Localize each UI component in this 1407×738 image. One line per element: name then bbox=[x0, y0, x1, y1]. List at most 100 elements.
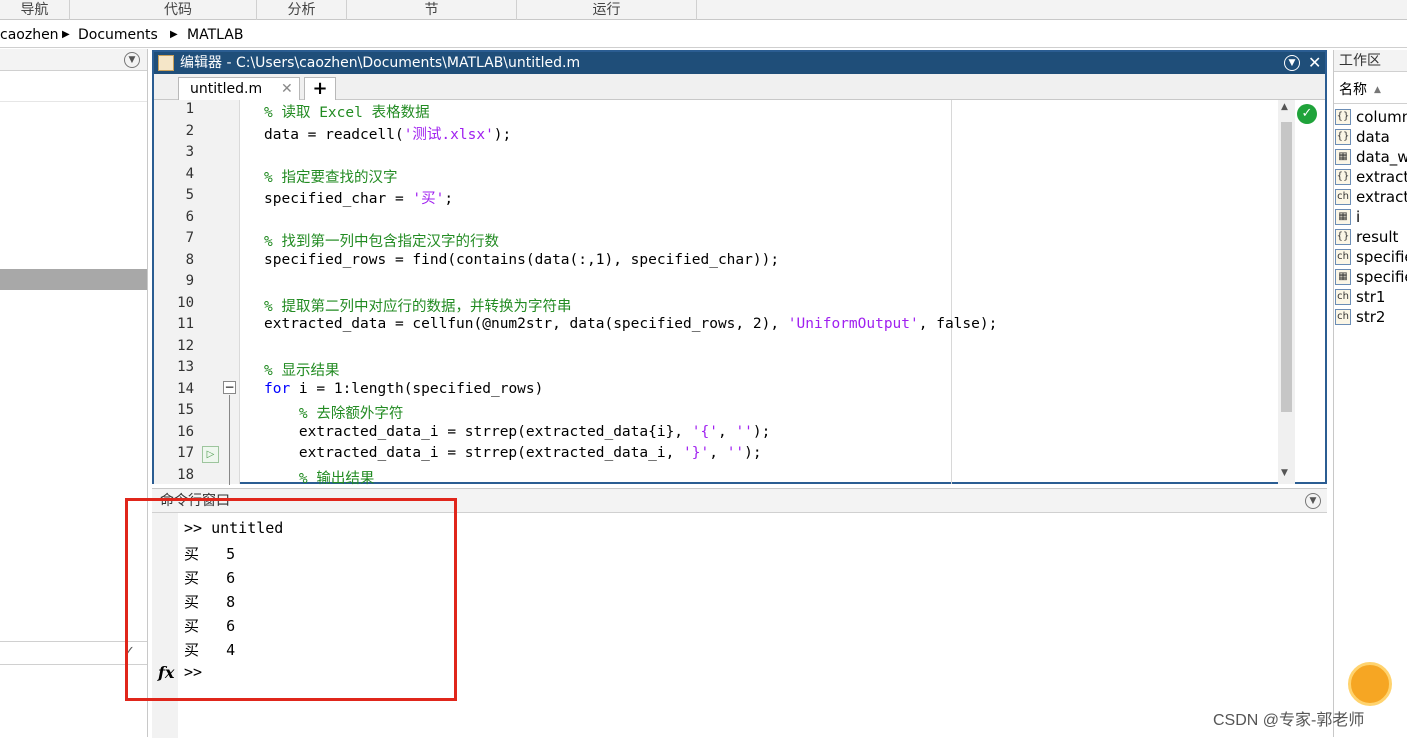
code-token: % 去除额外字符 bbox=[264, 406, 404, 422]
code-line[interactable]: % 输出结果 bbox=[264, 467, 374, 488]
variable-type-icon: ch bbox=[1335, 189, 1351, 205]
variable-type-icon: {} bbox=[1335, 169, 1351, 185]
workspace-variable[interactable]: ▦ i bbox=[1334, 207, 1407, 227]
workspace-variable[interactable]: ch specifie bbox=[1334, 247, 1407, 267]
code-token: '' bbox=[735, 423, 753, 440]
code-line[interactable]: extracted_data = cellfun(@num2str, data(… bbox=[264, 316, 997, 332]
line-number: 12 bbox=[177, 337, 194, 354]
line-number: 7 bbox=[185, 230, 194, 246]
code-line[interactable]: % 去除额外字符 bbox=[264, 402, 403, 423]
ribbon-group-analyze[interactable]: 分析 bbox=[257, 0, 347, 20]
code-fold-icon[interactable]: − bbox=[223, 381, 236, 394]
line-number: 6 bbox=[185, 208, 194, 225]
variable-name: str1 bbox=[1356, 288, 1386, 306]
editor-scrollbar[interactable]: ▲ ▼ bbox=[1278, 100, 1295, 484]
sun-mascot-icon[interactable] bbox=[1348, 662, 1392, 706]
variable-name: extract bbox=[1356, 188, 1407, 206]
add-tab-button[interactable]: + bbox=[304, 77, 336, 100]
line-number-gutter: 1 2 3 4 5 6 7 8 9 10 11 12 13 14 15 16 17 18 bbox=[154, 100, 240, 484]
ribbon-group-section[interactable]: 节 bbox=[347, 0, 517, 20]
code-token: % 提取第二列中对应行的数据，并转换为字符串 bbox=[264, 298, 572, 315]
line-number: 16 bbox=[177, 423, 194, 440]
tab-untitled[interactable]: untitled.m ✕ bbox=[178, 77, 300, 100]
panel-menu-icon[interactable]: ▼ bbox=[1305, 493, 1321, 509]
variable-name: result bbox=[1356, 228, 1399, 246]
code-line[interactable]: % 显示结果 bbox=[264, 359, 339, 380]
code-token: % 显示结果 bbox=[264, 363, 340, 379]
scroll-down-icon[interactable]: ▼ bbox=[1281, 468, 1288, 478]
code-token: specified_char = bbox=[264, 191, 413, 207]
ribbon-group-code[interactable]: 代码 bbox=[100, 0, 257, 20]
name-column-label: 名称 bbox=[1339, 82, 1367, 98]
code-token: , false); bbox=[918, 316, 998, 332]
variable-type-icon: {} bbox=[1335, 229, 1351, 245]
workspace-variable[interactable]: ▦ specifie bbox=[1334, 267, 1407, 287]
workspace-column-header[interactable]: 名称 ▲ bbox=[1334, 76, 1407, 104]
code-line[interactable]: % 提取第二列中对应行的数据，并转换为字符串 bbox=[264, 295, 571, 316]
line-number: 5 bbox=[185, 187, 194, 203]
code-line[interactable]: % 指定要查找的汉字 bbox=[264, 166, 397, 187]
variable-name: column bbox=[1356, 108, 1407, 126]
editor-window: 编辑器 - C:\Users\caozhen\Documents\MATLAB\… bbox=[152, 50, 1327, 487]
code-line[interactable]: % 读取 Excel 表格数据 bbox=[264, 101, 430, 122]
workspace-title-bar: 工作区 bbox=[1334, 50, 1407, 72]
line-number: 2 bbox=[185, 122, 194, 139]
code-line[interactable]: data = readcell('测试.xlsx'); bbox=[264, 123, 511, 144]
workspace-variable[interactable]: {} result bbox=[1334, 227, 1407, 247]
workspace-variable[interactable]: {} data bbox=[1334, 127, 1407, 147]
scrollbar-thumb[interactable] bbox=[1281, 122, 1292, 412]
code-token: % 找到第一列中包含指定汉字的行数 bbox=[264, 234, 499, 250]
code-token: % 输出结果 bbox=[264, 470, 375, 487]
right-margin-line bbox=[951, 100, 952, 484]
workspace-variable[interactable]: ch str2 bbox=[1334, 307, 1407, 327]
ribbon-group-run[interactable]: 运行 bbox=[517, 0, 697, 20]
divider bbox=[0, 101, 147, 102]
code-line[interactable]: % 找到第一列中包含指定汉字的行数 bbox=[264, 230, 499, 251]
chevron-right-icon: ▶ bbox=[62, 29, 70, 40]
variable-name: str2 bbox=[1356, 308, 1386, 326]
workspace-variable[interactable]: {} column bbox=[1334, 107, 1407, 127]
code-token: ); bbox=[744, 445, 762, 461]
line-number: 3 bbox=[185, 144, 194, 160]
line-number: 17 bbox=[177, 445, 194, 461]
code-token: i = 1:length(specified_rows) bbox=[290, 380, 544, 397]
code-line[interactable]: extracted_data_i = strrep(extracted_data… bbox=[264, 424, 770, 440]
editor-menu-icon[interactable]: ▼ bbox=[1284, 55, 1300, 71]
workspace-variable[interactable]: ▦ data_w bbox=[1334, 147, 1407, 167]
variable-type-icon: ch bbox=[1335, 309, 1351, 325]
workspace-variable[interactable]: ch extract bbox=[1334, 187, 1407, 207]
breadcrumb-matlab[interactable]: MATLAB bbox=[187, 22, 243, 48]
code-token: , bbox=[717, 423, 736, 440]
code-token: ; bbox=[444, 191, 454, 207]
code-token: % 读取 Excel 表格数据 bbox=[264, 105, 430, 121]
ribbon-group-navigate[interactable]: 导航 bbox=[0, 0, 70, 20]
variable-name: specifie bbox=[1356, 268, 1407, 286]
tab-close-icon[interactable]: ✕ bbox=[281, 78, 293, 100]
address-bar: caozhen ▶ Documents ▶ MATLAB bbox=[0, 22, 1407, 48]
analysis-ok-icon[interactable]: ✓ bbox=[1297, 104, 1317, 124]
code-line[interactable]: specified_rows = find(contains(data(:,1)… bbox=[264, 252, 779, 268]
workspace-variable[interactable]: ch str1 bbox=[1334, 287, 1407, 307]
code-token: 'UniformOutput' bbox=[787, 316, 919, 332]
line-number: 1 bbox=[185, 101, 194, 117]
code-line[interactable]: specified_char = '买'; bbox=[264, 187, 453, 208]
close-icon[interactable]: ✕ bbox=[1308, 52, 1321, 74]
breadcrumb-caozhen[interactable]: caozhen bbox=[0, 22, 59, 48]
variable-type-icon: ▦ bbox=[1335, 149, 1351, 165]
variable-name: specifie bbox=[1356, 248, 1407, 266]
code-line[interactable]: extracted_data_i = strrep(extracted_data… bbox=[264, 445, 762, 461]
panel-menu-icon[interactable]: ▼ bbox=[124, 52, 140, 68]
tab-label: untitled.m bbox=[190, 81, 263, 97]
code-line[interactable]: for i = 1:length(specified_rows) bbox=[264, 381, 543, 397]
code-token: for bbox=[264, 380, 291, 397]
workspace-variable[interactable]: {} extract bbox=[1334, 167, 1407, 187]
selected-file-row[interactable] bbox=[0, 269, 147, 290]
breadcrumb-documents[interactable]: Documents bbox=[78, 22, 158, 48]
line-number: 14 bbox=[177, 380, 194, 397]
line-number: 8 bbox=[185, 251, 194, 268]
scroll-up-icon[interactable]: ▲ bbox=[1281, 102, 1288, 112]
workspace-panel: 工作区 名称 ▲ {} column{} data ▦ data_w{} extract c… bbox=[1333, 50, 1407, 737]
breakpoint-hint-icon[interactable]: ▷ bbox=[202, 446, 219, 463]
line-number: 13 bbox=[177, 359, 194, 375]
editor-title: 编辑器 - C:\Users\caozhen\Documents\MATLAB\… bbox=[180, 55, 581, 71]
